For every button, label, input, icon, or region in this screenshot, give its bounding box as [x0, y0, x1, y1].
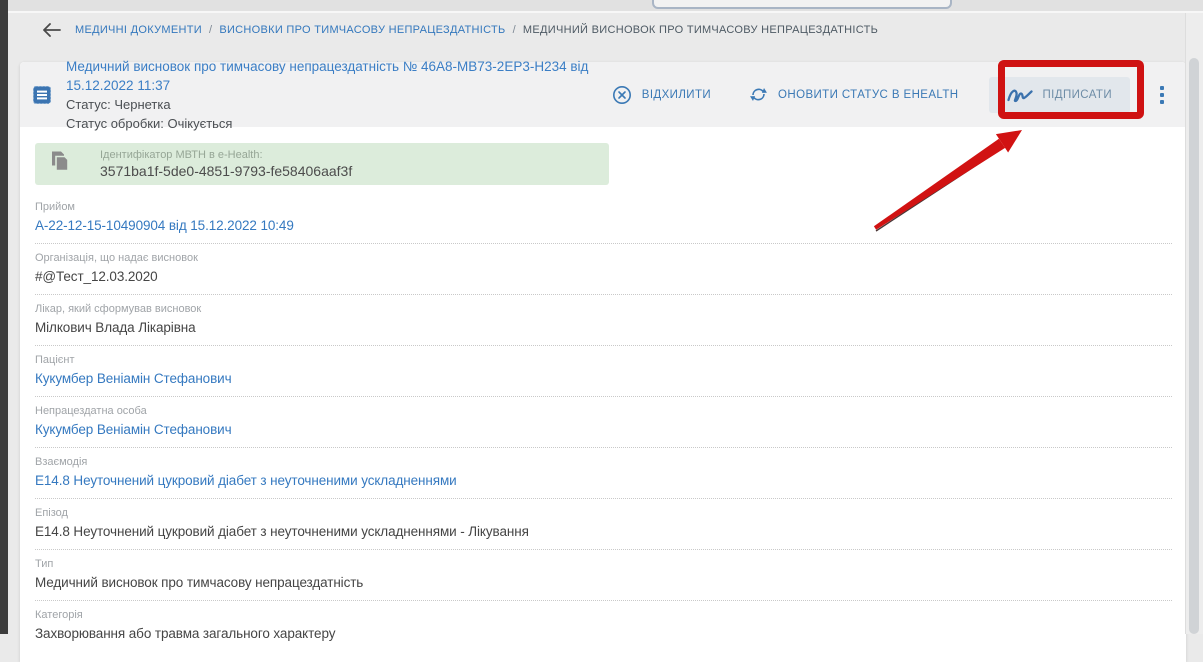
field-row: Непрацездатна особа Кукумбер Веніамін Ст…: [35, 397, 1172, 448]
field-value[interactable]: Захворювання або травма загального харак…: [35, 626, 1172, 642]
field-row: Категорія Захворювання або травма загаль…: [35, 601, 1172, 651]
breadcrumb-item[interactable]: / ВИСНОВКИ ПРО ТИМЧАСОВУ НЕПРАЦЕЗДАТНІСТ…: [209, 24, 506, 36]
header-actions: ВІДХИЛИТИ ОНОВИТИ СТАТУС В EHEALTH ПІДПИ…: [612, 77, 1168, 113]
signature-icon: [1007, 86, 1033, 103]
breadcrumb-separator: /: [209, 24, 212, 36]
document-title-block: Медичний висновок про тимчасову непрацез…: [66, 57, 612, 133]
identifier-value: 3571ba1f-5de0-4851-9793-fe58406aaf3f: [100, 162, 352, 180]
window-edge-strip: [0, 0, 8, 634]
field-label: Тип: [35, 559, 1172, 570]
breadcrumb-item[interactable]: / МЕДИЧНИЙ ВИСНОВОК ПРО ТИМЧАСОВУ НЕПРАЦ…: [513, 24, 879, 36]
identifier-text: Ідентифікатор МВТН в e-Health: 3571ba1f-…: [100, 149, 352, 180]
more-options-icon[interactable]: [1156, 82, 1168, 108]
field-row: Взаємодія Е14.8 Неуточнений цукровий діа…: [35, 448, 1172, 499]
refresh-status-button[interactable]: ОНОВИТИ СТАТУС В EHEALTH: [749, 85, 958, 104]
top-window-bar: [8, 0, 1203, 13]
back-arrow-icon[interactable]: [42, 23, 61, 37]
breadcrumb-item[interactable]: / МЕДИЧНІ ДОКУМЕНТИ: [75, 24, 202, 36]
field-label: Непрацездатна особа: [35, 406, 1172, 417]
field-label: Категорія: [35, 610, 1172, 621]
document-card: Медичний висновок про тимчасову непрацез…: [20, 62, 1186, 662]
identifier-label: Ідентифікатор МВТН в e-Health:: [100, 149, 352, 162]
field-row: Лікар, який сформував висновок Мілкович …: [35, 295, 1172, 346]
field-label: Лікар, який сформував висновок: [35, 304, 1172, 315]
refresh-status-button-label: ОНОВИТИ СТАТУС В EHEALTH: [778, 89, 958, 101]
breadcrumb-link[interactable]: МЕДИЧНИЙ ВИСНОВОК ПРО ТИМЧАСОВУ НЕПРАЦЕЗ…: [523, 24, 878, 36]
field-label: Взаємодія: [35, 457, 1172, 468]
scrollbar-track[interactable]: [1185, 13, 1203, 634]
field-label: Прийом: [35, 202, 1172, 213]
field-row: Тип Медичний висновок про тимчасову непр…: [35, 550, 1172, 601]
processing-status-line: Статус обробки: Очікується: [66, 114, 612, 133]
document-title: Медичний висновок про тимчасову непрацез…: [66, 57, 612, 95]
copy-icon[interactable]: [49, 150, 70, 178]
field-value[interactable]: Кукумбер Веніамін Стефанович: [35, 422, 1172, 438]
reject-button[interactable]: ВІДХИЛИТИ: [612, 85, 711, 105]
breadcrumb-link[interactable]: ВИСНОВКИ ПРО ТИМЧАСОВУ НЕПРАЦЕЗДАТНІСТЬ: [219, 24, 505, 36]
breadcrumb-trail: / МЕДИЧНІ ДОКУМЕНТИ / ВИСНОВКИ ПРО ТИМЧА…: [75, 24, 878, 36]
field-value[interactable]: #@Тест_12.03.2020: [35, 269, 1172, 285]
sign-button[interactable]: ПІДПИСАТИ: [989, 77, 1131, 113]
field-row: Епізод Е14.8 Неуточнений цукровий діабет…: [35, 499, 1172, 550]
field-label: Організація, що надає висновок: [35, 253, 1172, 264]
status-line: Статус: Чернетка: [66, 95, 612, 114]
field-value[interactable]: Е14.8 Неуточнений цукровий діабет з неут…: [35, 524, 1172, 540]
browser-element-fragment: [652, 0, 952, 9]
field-value[interactable]: Е14.8 Неуточнений цукровий діабет з неут…: [35, 473, 1172, 489]
document-icon: [33, 86, 51, 104]
document-body: Ідентифікатор МВТН в e-Health: 3571ba1f-…: [20, 127, 1186, 651]
field-label: Пацієнт: [35, 355, 1172, 366]
ehealth-identifier-box: Ідентифікатор МВТН в e-Health: 3571ba1f-…: [35, 143, 609, 185]
breadcrumb-link[interactable]: МЕДИЧНІ ДОКУМЕНТИ: [75, 24, 202, 36]
reject-button-label: ВІДХИЛИТИ: [642, 89, 711, 101]
scrollbar-thumb[interactable]: [1189, 58, 1199, 634]
field-value[interactable]: Мілкович Влада Лікарівна: [35, 320, 1172, 336]
circle-x-icon: [612, 85, 632, 105]
document-header: Медичний висновок про тимчасову непрацез…: [20, 62, 1186, 127]
breadcrumb: / МЕДИЧНІ ДОКУМЕНТИ / ВИСНОВКИ ПРО ТИМЧА…: [42, 20, 1163, 40]
field-value[interactable]: Медичний висновок про тимчасову непрацез…: [35, 575, 1172, 591]
field-row: Пацієнт Кукумбер Веніамін Стефанович: [35, 346, 1172, 397]
sign-button-label: ПІДПИСАТИ: [1043, 89, 1113, 101]
sync-icon: [749, 85, 768, 104]
field-label: Епізод: [35, 508, 1172, 519]
field-list: Прийом А-22-12-15-10490904 від 15.12.202…: [35, 193, 1172, 651]
field-row: Організація, що надає висновок #@Тест_12…: [35, 244, 1172, 295]
field-value[interactable]: Кукумбер Веніамін Стефанович: [35, 371, 1172, 387]
field-row: Прийом А-22-12-15-10490904 від 15.12.202…: [35, 193, 1172, 244]
breadcrumb-separator: /: [513, 24, 516, 36]
field-value[interactable]: А-22-12-15-10490904 від 15.12.2022 10:49: [35, 218, 1172, 234]
